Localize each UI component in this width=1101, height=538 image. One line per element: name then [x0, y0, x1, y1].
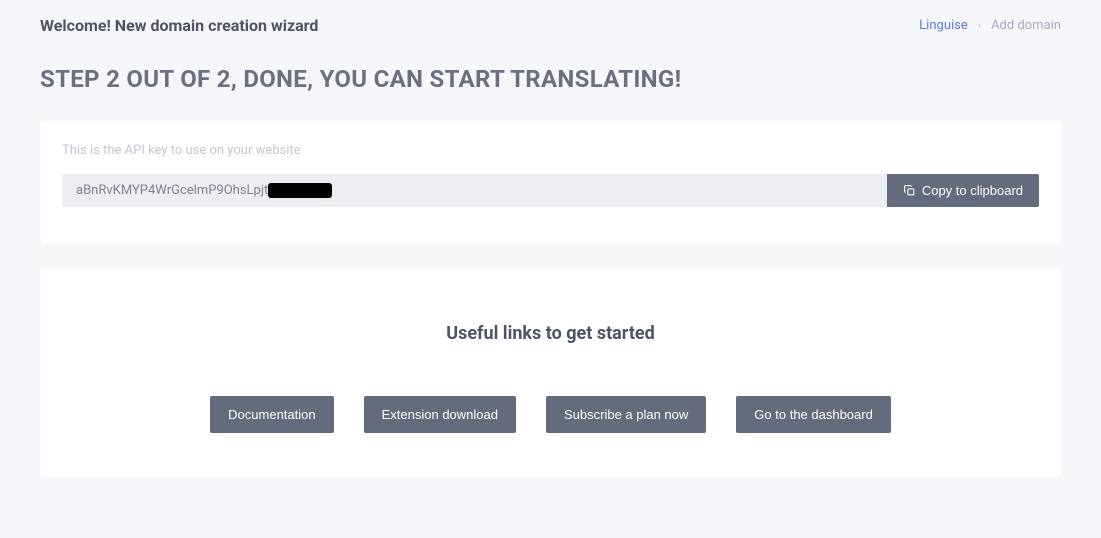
- copy-to-clipboard-button[interactable]: Copy to clipboard: [887, 174, 1039, 207]
- api-key-row: aBnRvKMYP4WrGcelmP9OhsLpjt Copy to clipb…: [62, 174, 1039, 207]
- redacted-block: [268, 183, 332, 198]
- api-key-label: This is the API key to use on your websi…: [62, 143, 1039, 158]
- extension-download-button[interactable]: Extension download: [364, 396, 516, 433]
- copy-button-label: Copy to clipboard: [922, 183, 1023, 198]
- go-to-dashboard-button[interactable]: Go to the dashboard: [736, 396, 891, 433]
- api-key-card: This is the API key to use on your websi…: [40, 121, 1061, 243]
- link-buttons-row: Documentation Extension download Subscri…: [62, 396, 1039, 433]
- useful-links-card: Useful links to get started Documentatio…: [40, 269, 1061, 477]
- step-heading: STEP 2 OUT OF 2, DONE, YOU CAN START TRA…: [40, 65, 1061, 93]
- useful-links-heading: Useful links to get started: [62, 323, 1039, 344]
- breadcrumb-root-link[interactable]: Linguise: [919, 18, 968, 33]
- subscribe-plan-button[interactable]: Subscribe a plan now: [546, 396, 706, 433]
- welcome-title: Welcome! New domain creation wizard: [40, 16, 318, 35]
- breadcrumb-current: Add domain: [991, 18, 1061, 33]
- documentation-button[interactable]: Documentation: [210, 396, 333, 433]
- copy-icon: [903, 184, 916, 197]
- api-key-value-box[interactable]: aBnRvKMYP4WrGcelmP9OhsLpjt: [62, 174, 887, 207]
- chevron-right-icon: ›: [978, 19, 981, 32]
- api-key-value: aBnRvKMYP4WrGcelmP9OhsLpjt: [76, 183, 268, 198]
- breadcrumb: Linguise › Add domain: [919, 18, 1061, 33]
- header-row: Welcome! New domain creation wizard Ling…: [40, 16, 1061, 35]
